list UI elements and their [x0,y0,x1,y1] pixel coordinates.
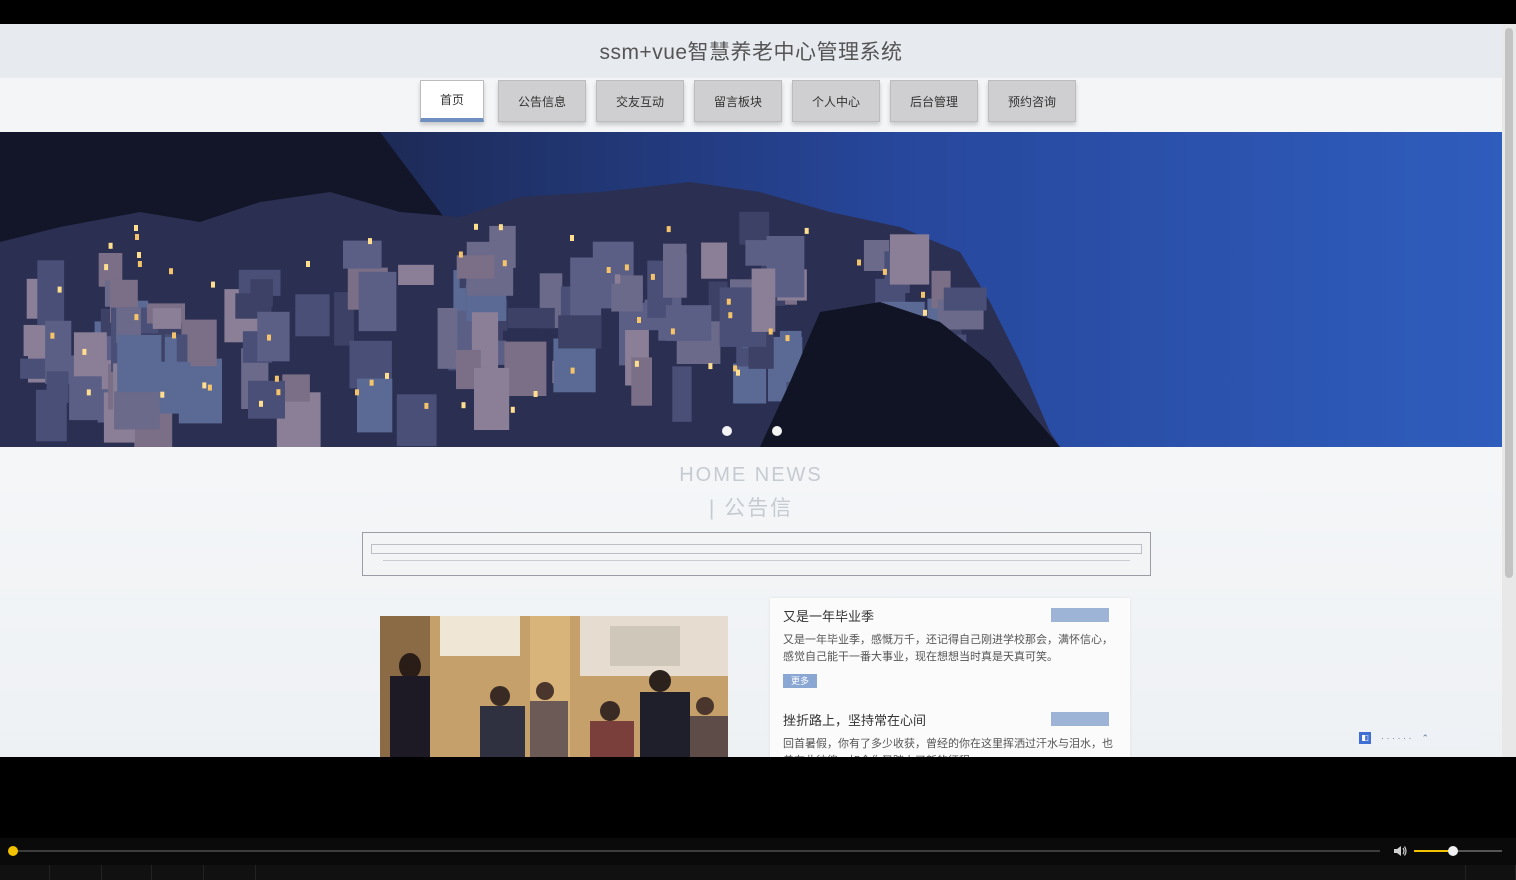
translate-icon[interactable]: ◧ [1359,732,1371,744]
seek-handle[interactable] [8,846,18,856]
player-control-slot[interactable] [204,865,256,880]
player-control-slot[interactable] [102,865,152,880]
news-search-bar[interactable] [362,532,1151,576]
player-status-area [256,865,1466,880]
banner-image [0,132,1060,447]
news-date-badge [1051,608,1109,622]
nav-item-label: 公告信息 [517,94,566,109]
player-control-slot[interactable] [1466,865,1516,880]
news-date-badge [1051,712,1109,726]
news-desc: 又是一年毕业季，感慨万千，还记得自己刚进学校那会，满怀信心，感觉自己能干一番大事… [783,634,1113,663]
main-nav: 首页 公告信息 交友互动 留言板块 个人中心 后台管理 预约咨询 [0,78,1502,132]
player-control-slot[interactable] [152,865,204,880]
website-viewport: ssm+vue智慧养老中心管理系统 首页 公告信息 交友互动 留言板块 个人中心 后台管理… [0,24,1502,757]
nav-item[interactable]: 公告信息 [498,80,586,122]
player-control-slot[interactable] [0,865,50,880]
nav-item[interactable]: 留言板块 [694,80,782,122]
volume-slider[interactable] [1414,850,1502,852]
nav-item[interactable]: 预约咨询 [988,80,1076,122]
site-header: ssm+vue智慧养老中心管理系统 [0,24,1502,78]
news-list: 又是一年毕业季 又是一年毕业季，感慨万千，还记得自己刚进学校那会，满怀信心，感觉… [770,598,1130,757]
nav-item[interactable]: 后台管理 [890,80,978,122]
banner-dot-1[interactable] [722,426,732,436]
nav-list: 首页 公告信息 交友互动 留言板块 个人中心 后台管理 预约咨询 [420,80,1076,122]
news-photo [380,616,728,757]
news-item-1[interactable]: 又是一年毕业季 又是一年毕业季，感慨万千，还记得自己刚进学校那会，满怀信心，感觉… [783,606,1123,688]
news-bar-frame [371,544,1142,554]
nav-item-label: 预约咨询 [1007,94,1056,109]
player-control-slot[interactable] [50,865,102,880]
news-desc: 回首暑假，你有了多少收获，曾经的你在这里挥洒过汗水与泪水，也曾在此彷徨，如今你又… [783,738,1113,757]
toolbar-dots-icon[interactable]: · · · · · · [1381,733,1412,743]
scrollbar-thumb[interactable] [1505,28,1513,578]
floating-toolbar[interactable]: ◧ · · · · · · ⌃ [1355,729,1480,747]
hero-banner [0,132,1502,447]
volume-handle[interactable] [1448,846,1458,856]
site-title: ssm+vue智慧养老中心管理系统 [599,41,903,64]
video-player-controls [0,838,1516,880]
video-frame: ssm+vue智慧养老中心管理系统 首页 公告信息 交友互动 留言板块 个人中心 后台管理… [0,0,1516,880]
nav-item[interactable]: 首页 [420,80,484,122]
page-scrollbar[interactable] [1502,24,1516,757]
nav-item-label: 交友互动 [615,94,664,109]
nav-item-label: 留言板块 [713,94,762,109]
news-bar-divider [383,560,1130,561]
nav-item[interactable]: 个人中心 [792,80,880,122]
seek-bar[interactable] [13,850,1380,852]
nav-item[interactable]: 交友互动 [596,80,684,122]
news-more-button[interactable]: 更多 [783,674,817,688]
news-item-2[interactable]: 挫折路上，坚持常在心间 回首暑假，你有了多少收获，曾经的你在这里挥洒过汗水与泪水… [783,710,1123,757]
nav-item-label: 后台管理 [909,94,958,109]
volume-icon[interactable] [1392,843,1408,859]
section-title-cn: | 公告信 [708,497,794,520]
banner-dot-2[interactable] [772,426,782,436]
pin-icon[interactable]: ⌃ [1422,733,1430,744]
nav-item-label: 首页 [439,93,464,107]
section-title-en: HOME NEWS [679,464,823,486]
news-image[interactable] [380,616,728,757]
player-bottom-bar [0,865,1516,880]
nav-item-label: 个人中心 [811,94,860,109]
